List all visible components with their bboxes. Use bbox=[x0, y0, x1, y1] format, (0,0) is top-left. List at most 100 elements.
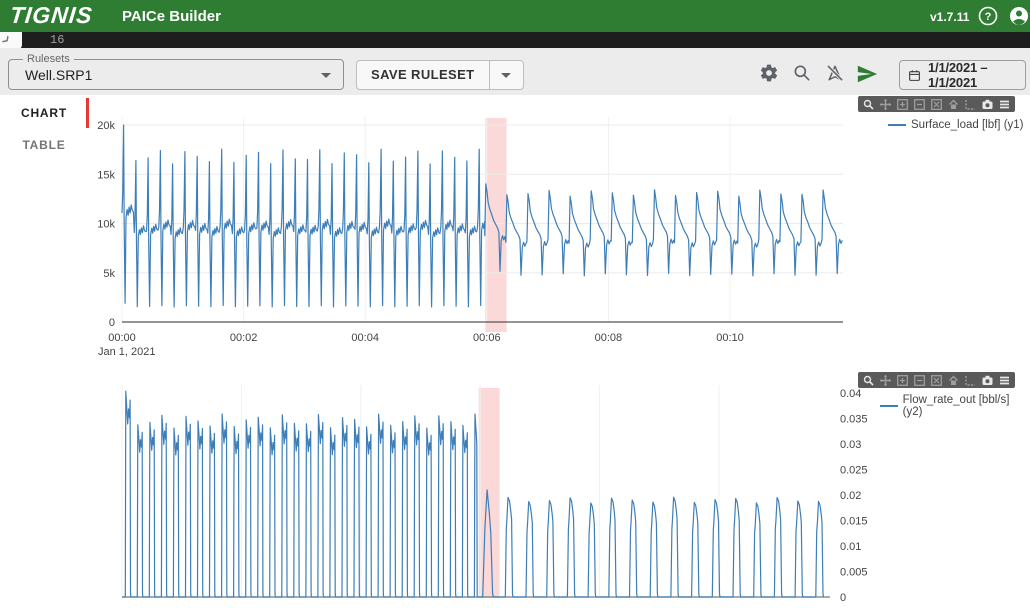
run-button[interactable] bbox=[855, 63, 879, 87]
svg-text:00:06: 00:06 bbox=[473, 332, 501, 344]
svg-text:15k: 15k bbox=[97, 169, 115, 181]
save-ruleset-split-button: SAVE RULESET bbox=[356, 60, 524, 90]
main-content: CHART TABLE 00:0000:0200:0400:0600:0800:… bbox=[0, 95, 1030, 608]
version-label: v1.7.11 bbox=[930, 10, 969, 24]
legend-flow-rate[interactable]: Flow_rate_out [bbl/s] (y2) bbox=[880, 394, 1030, 418]
sidebar-tab-table[interactable]: TABLE bbox=[0, 130, 88, 160]
legend-line-swatch bbox=[880, 405, 898, 407]
modebar-camera-button[interactable] bbox=[979, 373, 996, 387]
y-grid: 0 5k 10k 15k 20k bbox=[97, 120, 843, 329]
modebar-autoscale-button[interactable] bbox=[928, 373, 945, 387]
toolbar: Rulesets Well.SRP1 SAVE RULESET bbox=[0, 48, 1030, 95]
date-range-text: 1/1/2021 – 1/1/2021 bbox=[928, 60, 1025, 90]
legend-line-swatch bbox=[888, 124, 906, 126]
svg-text:0: 0 bbox=[109, 317, 115, 329]
modebar-spikelines-button[interactable] bbox=[962, 97, 979, 111]
search-button[interactable] bbox=[790, 63, 814, 87]
svg-text:0.015: 0.015 bbox=[840, 516, 868, 528]
zoom-out-icon bbox=[914, 375, 925, 386]
search-icon bbox=[792, 63, 812, 83]
surface-load-chart[interactable]: 00:00 00:02 00:04 00:06 00:08 00:10 Jan 1, 202… bbox=[88, 95, 850, 361]
help-button[interactable]: ? bbox=[977, 5, 999, 27]
zoom-icon bbox=[863, 375, 874, 386]
send-icon bbox=[856, 63, 878, 85]
chart-modebar bbox=[858, 372, 1015, 388]
modebar-camera-button[interactable] bbox=[979, 97, 996, 111]
help-icon: ? bbox=[977, 5, 999, 27]
autoscale-icon bbox=[931, 99, 942, 110]
pan-icon bbox=[880, 99, 891, 110]
chart-modebar bbox=[858, 96, 1015, 112]
modebar-reset-axes-button[interactable] bbox=[945, 97, 962, 111]
modebar-reset-axes-button[interactable] bbox=[945, 373, 962, 387]
tignis-logo: TIGNIS bbox=[9, 2, 95, 29]
modebar-zoom-button[interactable] bbox=[860, 373, 877, 387]
svg-text:00:04: 00:04 bbox=[351, 332, 379, 344]
zoom-in-icon bbox=[897, 99, 908, 110]
modebar-pan-button[interactable] bbox=[877, 97, 894, 111]
chevron-down-icon bbox=[321, 73, 331, 78]
sidebar-tab-chart[interactable]: CHART bbox=[0, 98, 88, 128]
svg-text:5k: 5k bbox=[103, 268, 115, 280]
chevron-icon: ❯ bbox=[1, 34, 12, 45]
flow-rate-chart[interactable]: 00.0050.010.0150.020.0250.030.0350.04 bbox=[88, 370, 888, 608]
svg-text:0.035: 0.035 bbox=[840, 414, 868, 426]
save-ruleset-menu-button[interactable] bbox=[489, 61, 523, 89]
chevron-down-icon bbox=[501, 73, 511, 78]
svg-text:0.04: 0.04 bbox=[840, 388, 861, 400]
camera-icon bbox=[982, 99, 993, 110]
panel-collapse-tab[interactable]: ❯ bbox=[0, 32, 22, 49]
gear-icon bbox=[759, 63, 779, 83]
svg-text:00:02: 00:02 bbox=[230, 332, 258, 344]
app-header: TIGNIS PAICe Builder v1.7.11 ? bbox=[0, 0, 1030, 32]
ruleset-select-label: Rulesets bbox=[23, 53, 74, 65]
modebar-zoom-in-button[interactable] bbox=[894, 97, 911, 111]
modebar-zoom-out-button[interactable] bbox=[911, 373, 928, 387]
console-line-number: 16 bbox=[50, 33, 64, 47]
camera-icon bbox=[982, 375, 993, 386]
svg-text:0: 0 bbox=[840, 592, 846, 604]
modebar-zoom-button[interactable] bbox=[860, 97, 877, 111]
reset-axes-icon bbox=[948, 375, 959, 386]
modebar-menu-button[interactable] bbox=[996, 373, 1013, 387]
svg-text:00:08: 00:08 bbox=[595, 332, 623, 344]
modebar-spikelines-button[interactable] bbox=[962, 373, 979, 387]
zoom-in-icon bbox=[897, 375, 908, 386]
spikelines-icon bbox=[965, 375, 976, 386]
modebar-zoom-out-button[interactable] bbox=[911, 97, 928, 111]
account-button[interactable] bbox=[1008, 5, 1030, 27]
date-range-picker[interactable]: 1/1/2021 – 1/1/2021 bbox=[899, 60, 1026, 90]
pan-icon bbox=[880, 375, 891, 386]
modebar-autoscale-button[interactable] bbox=[928, 97, 945, 111]
navigation-disabled-icon bbox=[825, 63, 845, 83]
reset-axes-icon bbox=[948, 99, 959, 110]
legend-label: Surface_load [lbf] (y1) bbox=[911, 119, 1024, 131]
modebar-menu-button[interactable] bbox=[996, 97, 1013, 111]
surface_load-series-line bbox=[122, 125, 842, 307]
svg-text:10k: 10k bbox=[97, 219, 115, 231]
svg-text:00:00: 00:00 bbox=[108, 332, 136, 344]
autoscale-icon bbox=[931, 375, 942, 386]
highlight-band bbox=[479, 388, 500, 598]
tracking-disabled-button[interactable] bbox=[823, 63, 847, 87]
svg-text:0.005: 0.005 bbox=[840, 567, 868, 579]
y-grid: 00.0050.010.0150.020.0250.030.0350.04 bbox=[840, 388, 868, 604]
svg-text:?: ? bbox=[985, 11, 992, 23]
svg-text:0.025: 0.025 bbox=[840, 465, 868, 477]
svg-text:0.02: 0.02 bbox=[840, 490, 861, 502]
settings-button[interactable] bbox=[757, 63, 781, 87]
svg-text:20k: 20k bbox=[97, 120, 115, 132]
svg-text:00:10: 00:10 bbox=[716, 332, 744, 344]
flow_rate_out-series-line bbox=[122, 391, 824, 597]
calendar-icon bbox=[908, 68, 921, 83]
modebar-zoom-in-button[interactable] bbox=[894, 373, 911, 387]
zoom-out-icon bbox=[914, 99, 925, 110]
ruleset-select[interactable]: Rulesets Well.SRP1 bbox=[8, 59, 344, 90]
legend-label: Flow_rate_out [bbl/s] (y2) bbox=[903, 394, 1030, 418]
x-axis-date-label: Jan 1, 2021 bbox=[98, 346, 156, 358]
save-ruleset-button[interactable]: SAVE RULESET bbox=[357, 61, 489, 89]
svg-text:0.01: 0.01 bbox=[840, 541, 861, 553]
legend-surface-load[interactable]: Surface_load [lbf] (y1) bbox=[888, 119, 1024, 131]
menu-icon bbox=[999, 99, 1010, 110]
modebar-pan-button[interactable] bbox=[877, 373, 894, 387]
